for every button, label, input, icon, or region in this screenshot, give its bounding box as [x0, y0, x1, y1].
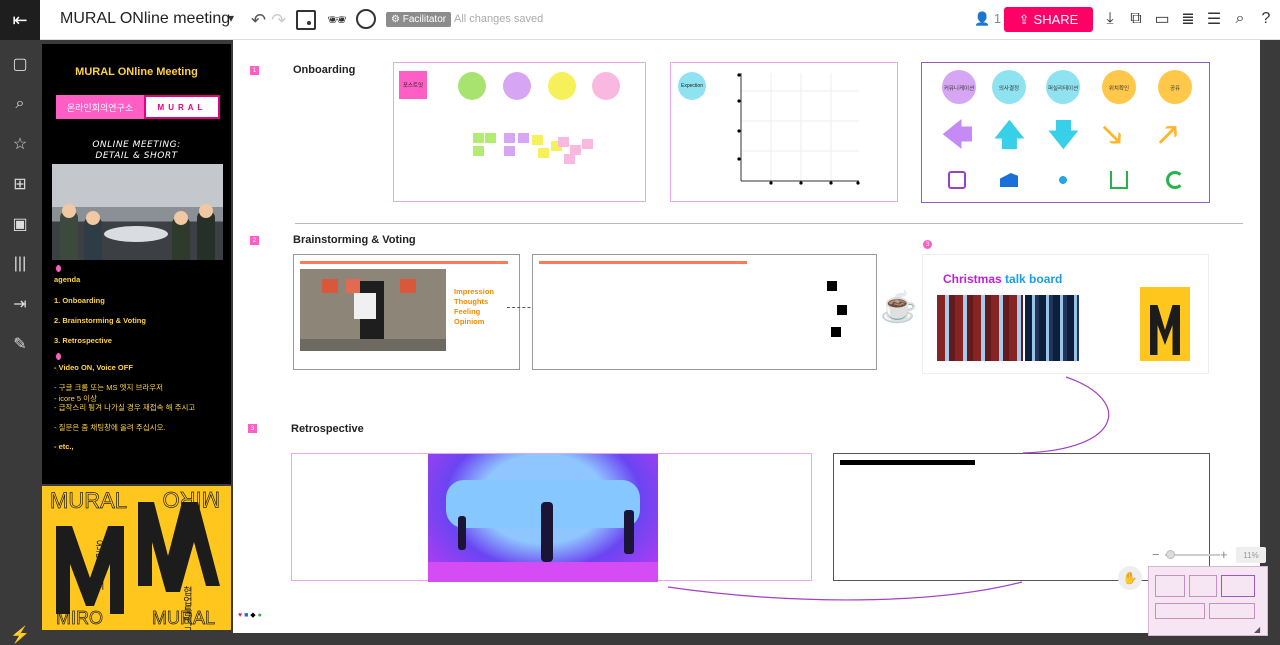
- outline-icon[interactable]: ☰: [1204, 9, 1224, 29]
- outline-content: MURAL ONline Meeting 온라인회의연구소 MURAL ONLI…: [42, 44, 231, 484]
- zoom-controls: − + 11%: [1150, 547, 1270, 563]
- pink-marker-icon: [56, 265, 61, 272]
- tool-rail: ▢ ⌕ ☆ ⊞ ▣ ||| ⇥ ✎ ⚡: [0, 40, 40, 645]
- text-icon[interactable]: ⌕: [10, 94, 30, 114]
- top-toolbar: ⇤ MURAL ONline meeting ▾ ↶ ↷ 🕶 ⚙ Facilit…: [0, 0, 1280, 40]
- lightning-icon[interactable]: ⚡: [10, 625, 30, 645]
- photo-face: [174, 211, 188, 225]
- note-item: - etc.,: [54, 442, 74, 451]
- svg-text:MIRO: MIRO: [56, 608, 103, 628]
- library-icon[interactable]: |||: [10, 254, 30, 274]
- import-icon[interactable]: ⇥: [10, 294, 30, 314]
- svg-text:MIRO: MIRO: [163, 487, 220, 512]
- partner-logo: ■: [244, 612, 249, 619]
- minimap-collapse-icon[interactable]: ◢: [1254, 625, 1264, 634]
- partner-logos: ♥ ■ ◆ ●: [238, 611, 262, 619]
- mural-vs-miro-poster: MURAL MIRO MIRO MURAL 온라인회의 협업툴비교: [42, 486, 231, 630]
- org-label: 온라인회의연구소: [56, 95, 144, 119]
- photo-face: [62, 204, 76, 218]
- svg-text:온라인회의: 온라인회의: [93, 540, 105, 591]
- mural-logo: MURAL: [144, 95, 220, 119]
- frameworks-icon[interactable]: ⊞: [10, 174, 30, 194]
- search-icon[interactable]: ⌕: [1230, 9, 1250, 29]
- meeting-photo: [52, 164, 223, 260]
- activity-icon[interactable]: ≣: [1178, 9, 1198, 29]
- undo-icon[interactable]: ↶: [251, 10, 266, 31]
- redo-icon[interactable]: ↷: [271, 10, 286, 31]
- chat-icon[interactable]: ⧉: [1126, 9, 1146, 29]
- zoom-out-icon[interactable]: −: [1152, 547, 1160, 562]
- save-status: All changes saved: [454, 13, 544, 25]
- minimap-frame: [1189, 575, 1217, 597]
- user-count-value: 1: [993, 11, 1002, 26]
- photo-table: [104, 226, 168, 242]
- image-icon[interactable]: ▣: [10, 214, 30, 234]
- user-count[interactable]: 👤 1: [974, 11, 1001, 27]
- presentation-icon[interactable]: [296, 10, 316, 30]
- chevron-down-icon[interactable]: ▾: [228, 11, 234, 25]
- photo-face: [86, 211, 100, 225]
- pink-marker-icon: [56, 353, 61, 360]
- star-icon[interactable]: ☆: [10, 134, 30, 154]
- exit-icon[interactable]: ⇤: [0, 0, 40, 40]
- minimap[interactable]: ◢: [1148, 566, 1268, 636]
- partner-logo: ●: [257, 612, 262, 619]
- sticky-note-icon[interactable]: ▢: [10, 54, 30, 74]
- agenda-item: 2. Brainstorming & Voting: [54, 316, 146, 325]
- minimap-frame: [1155, 603, 1205, 619]
- outline-panel: MURAL ONline Meeting 온라인회의연구소 MURAL ONLI…: [40, 40, 233, 645]
- note-item: - 구글 크롬 또는 MS 엣지 브라우저: [54, 383, 164, 392]
- svg-text:MURAL: MURAL: [50, 488, 127, 513]
- facilitator-badge[interactable]: ⚙ Facilitator: [386, 12, 452, 27]
- pen-icon[interactable]: ✎: [10, 334, 30, 354]
- note-item: - 질문은 줌 채팅창에 올려 주십시오.: [54, 423, 166, 432]
- help-icon[interactable]: ?: [1256, 9, 1276, 29]
- download-icon[interactable]: ⤓: [1100, 9, 1120, 29]
- photo-face: [199, 204, 213, 218]
- share-label: SHARE: [1033, 12, 1079, 27]
- zoom-in-icon[interactable]: +: [1220, 547, 1228, 562]
- agenda-item: 1. Onboarding: [54, 296, 105, 305]
- minimap-frame: [1209, 603, 1255, 619]
- minimap-frame: [1221, 575, 1255, 597]
- hand-tool-icon[interactable]: ✋: [1118, 566, 1142, 590]
- zoom-slider-handle[interactable]: [1166, 550, 1175, 559]
- bottom-scroll-area[interactable]: [233, 633, 1260, 645]
- facilitator-label: Facilitator: [402, 14, 447, 25]
- comment-icon[interactable]: ▭: [1152, 9, 1172, 29]
- agenda-item: 3. Retrospective: [54, 336, 112, 345]
- share-button[interactable]: ⇪ SHARE: [1004, 7, 1093, 32]
- flow-connectors: [667, 376, 1110, 601]
- detail-title-line2: DETAIL & SHORT: [95, 151, 178, 161]
- poster-graphic: MURAL MIRO MIRO MURAL 온라인회의 협업툴비교: [42, 486, 231, 630]
- detail-title: ONLINE MEETING: DETAIL & SHORT: [42, 140, 231, 162]
- outline-heading: MURAL ONline Meeting: [75, 66, 198, 78]
- timer-icon[interactable]: [356, 9, 376, 29]
- zoom-level[interactable]: 11%: [1236, 547, 1266, 563]
- partner-logo-heart: ♥: [238, 612, 243, 619]
- note-item: - 급작스리 튕겨 나가실 경우 재접속 해 주시고: [54, 403, 196, 412]
- share-icon: ⇪: [1018, 11, 1030, 27]
- note-item: - Video ON, Voice OFF: [54, 363, 133, 372]
- svg-text:협업툴비교: 협업툴비교: [181, 585, 193, 630]
- private-mode-icon[interactable]: 🕶: [327, 10, 347, 30]
- detail-title-line1: ONLINE MEETING:: [92, 140, 181, 150]
- mural-title[interactable]: MURAL ONline meeting: [60, 10, 230, 28]
- minimap-frame: [1155, 575, 1185, 597]
- partner-logo: ◆: [250, 612, 256, 619]
- mural-canvas[interactable]: 1 Onboarding 포스트잇 Expection 커뮤니케이션 의사결정 …: [233, 40, 1260, 633]
- agenda-title: agenda: [54, 275, 81, 284]
- mural-app: ⇤ MURAL ONline meeting ▾ ↶ ↷ 🕶 ⚙ Facilit…: [0, 0, 1280, 645]
